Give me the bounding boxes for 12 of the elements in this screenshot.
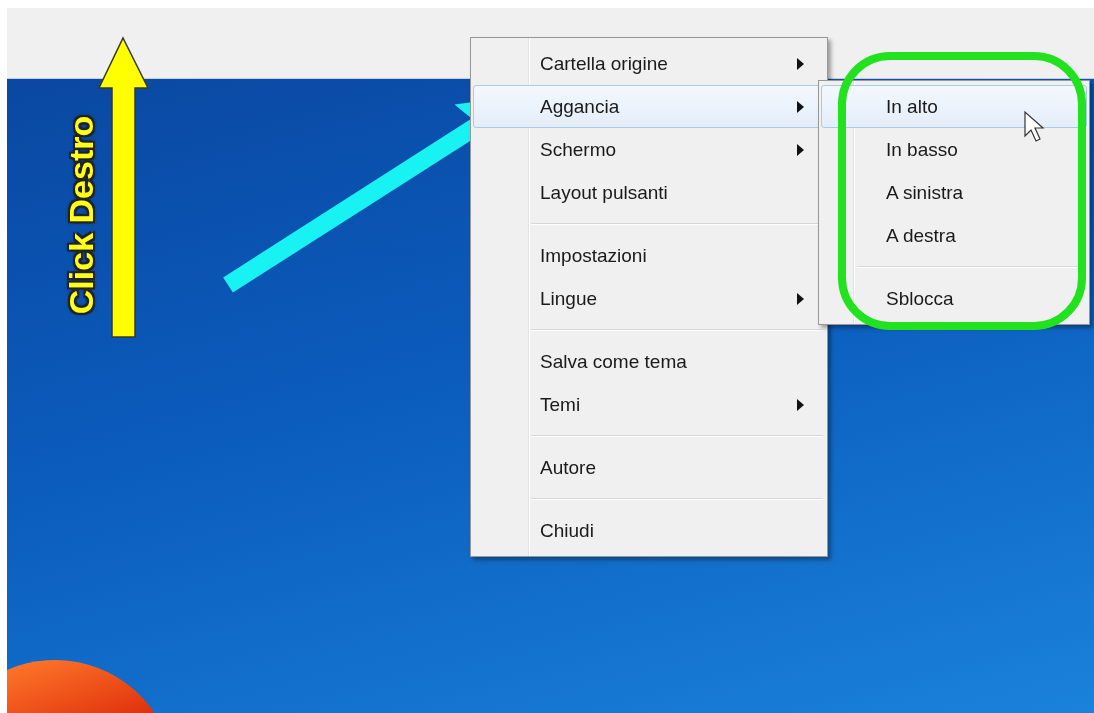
menu-item[interactable]: In basso bbox=[821, 128, 1087, 171]
menu-item[interactable]: Chiudi bbox=[473, 509, 825, 552]
menu-item[interactable]: Temi bbox=[473, 383, 825, 426]
annotation-label: Click Destro bbox=[61, 115, 101, 315]
menu-item[interactable]: Sblocca bbox=[821, 277, 1087, 320]
menu-item[interactable]: Salva come tema bbox=[473, 340, 825, 383]
menu-item[interactable]: A sinistra bbox=[821, 171, 1087, 214]
menu-item[interactable]: Cartella origine bbox=[473, 42, 825, 85]
menu-item[interactable]: Autore bbox=[473, 446, 825, 489]
menu-item[interactable]: A destra bbox=[821, 214, 1087, 257]
menu-item[interactable]: In alto bbox=[821, 85, 1087, 128]
cursor-icon bbox=[1024, 110, 1045, 142]
